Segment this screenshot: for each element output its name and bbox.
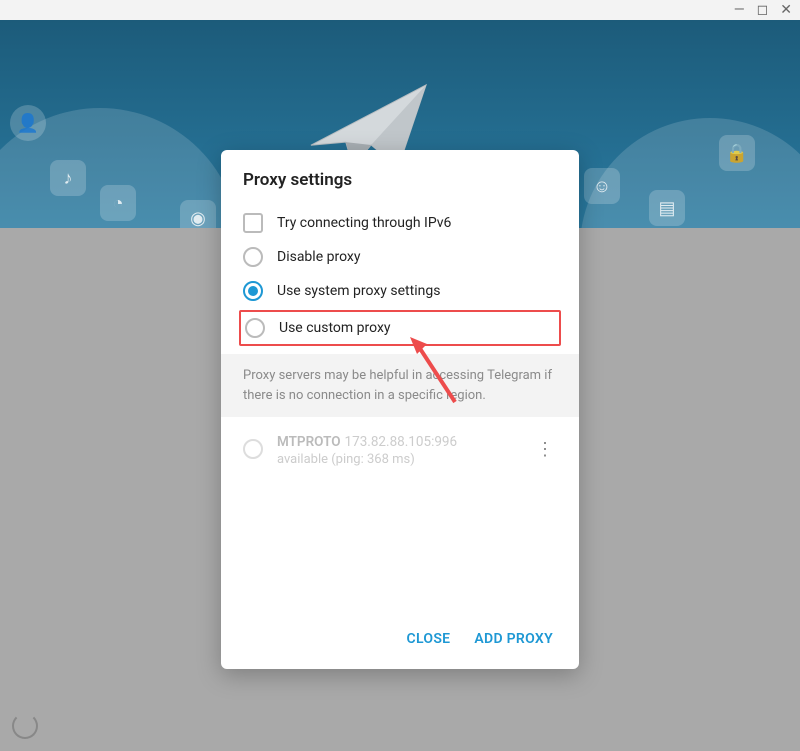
window-titlebar: — ◻ ✕ [0,0,800,20]
minimize-button[interactable]: — [734,3,745,17]
radio-icon [245,318,265,338]
option-label: Use custom proxy [279,320,391,336]
option-label: Try connecting through IPv6 [277,215,451,231]
ipv6-option[interactable]: Try connecting through IPv6 [221,206,579,240]
person-icon: 👤 [10,105,46,141]
proxy-info: MTPROTO173.82.88.105:996 available (ping… [277,431,518,467]
close-button[interactable]: CLOSE [407,631,451,647]
proxy-protocol: MTPROTO [277,434,341,450]
loading-spinner-icon [12,713,38,739]
annotation-highlight: Use custom proxy [239,310,561,346]
lock-icon: 🔒 [719,135,755,171]
disable-proxy-option[interactable]: Disable proxy [221,240,579,274]
checkbox-icon [243,213,263,233]
proxy-settings-dialog: Proxy settings Try connecting through IP… [221,150,579,669]
system-proxy-option[interactable]: Use system proxy settings [221,274,579,308]
add-proxy-button[interactable]: ADD PROXY [474,631,553,647]
custom-proxy-option[interactable]: Use custom proxy [241,312,559,344]
kebab-menu-icon[interactable]: ⋮ [532,439,557,460]
info-text: Proxy servers may be helpful in accessin… [221,354,579,417]
document-icon: ▤ [649,190,685,226]
close-window-button[interactable]: ✕ [780,3,792,17]
option-label: Use system proxy settings [277,283,440,299]
radio-icon [243,439,263,459]
dialog-footer: CLOSE ADD PROXY [221,481,579,669]
dialog-title: Proxy settings [221,150,579,206]
option-label: Disable proxy [277,249,360,265]
camera-icon: ◉ [180,200,216,228]
proxy-status: available (ping: 368 ms) [277,452,518,467]
proxy-address: 173.82.88.105:996 [345,434,458,450]
music-icon: ♪ [50,160,86,196]
photo-icon: ☺ [584,168,620,204]
radio-selected-icon [243,281,263,301]
headphones-icon: ◔ [100,185,136,221]
proxy-entry[interactable]: MTPROTO173.82.88.105:996 available (ping… [221,417,579,481]
radio-icon [243,247,263,267]
maximize-button[interactable]: ◻ [757,3,769,17]
